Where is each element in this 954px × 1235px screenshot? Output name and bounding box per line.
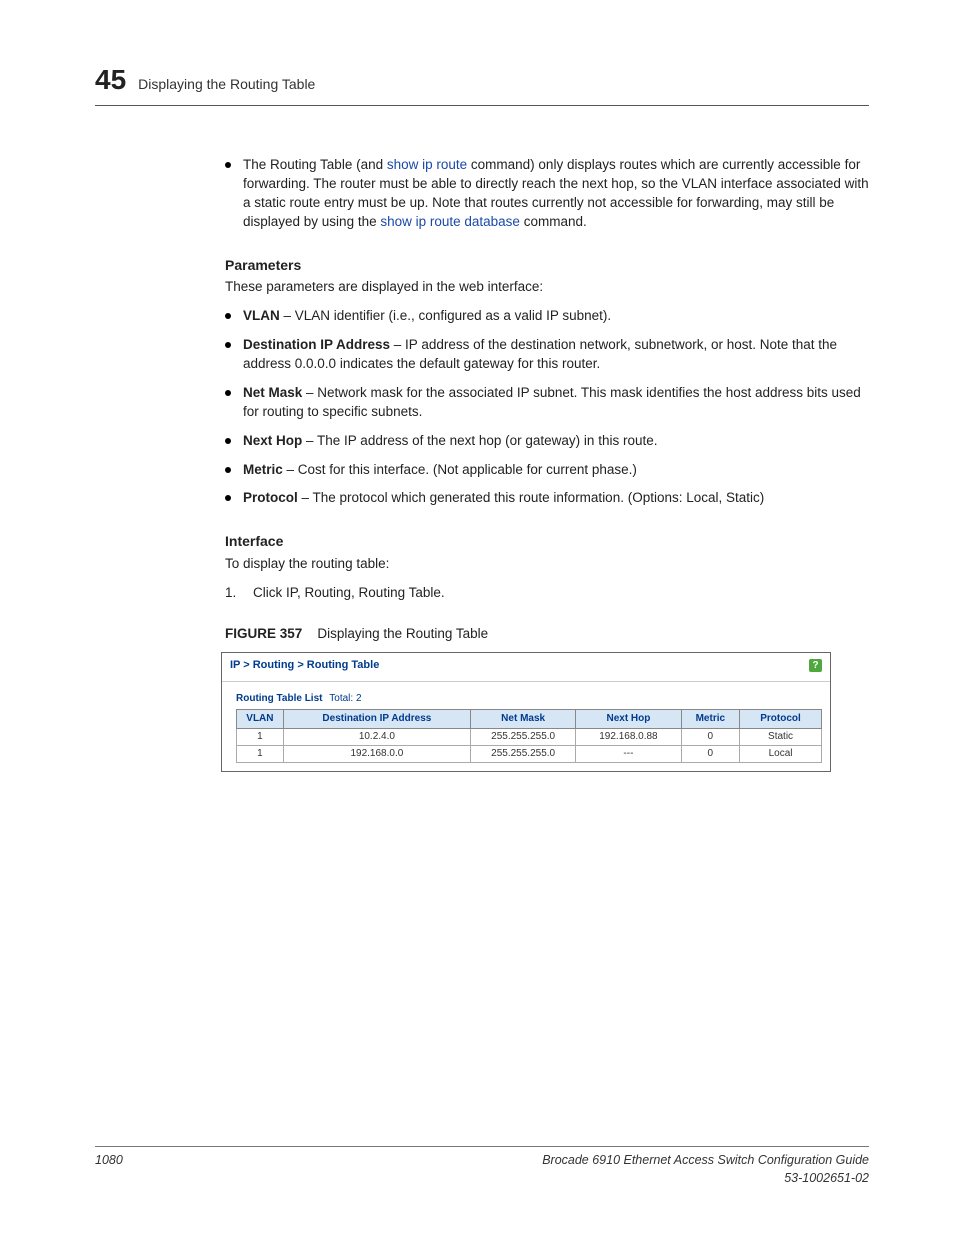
step-text: Click IP, Routing, Routing Table.	[253, 584, 445, 603]
list-total: Total: 2	[329, 693, 361, 704]
th-nexthop: Next Hop	[576, 710, 681, 729]
cell-protocol: Local	[740, 746, 822, 763]
link-show-ip-route-database[interactable]: show ip route database	[380, 214, 520, 229]
breadcrumb-bar: IP > Routing > Routing Table ?	[222, 653, 830, 682]
param-name: Metric	[243, 462, 283, 477]
param-desc: – VLAN identifier (i.e., configured as a…	[280, 308, 611, 323]
interface-heading: Interface	[225, 532, 869, 552]
page-footer: 1080 Brocade 6910 Ethernet Access Switch…	[95, 1146, 869, 1187]
bullet-icon	[225, 390, 231, 396]
param-name: Next Hop	[243, 433, 302, 448]
th-metric: Metric	[681, 710, 740, 729]
page-header: 45 Displaying the Routing Table	[95, 60, 869, 106]
table-row: 1 10.2.4.0 255.255.255.0 192.168.0.88 0 …	[237, 729, 822, 746]
chapter-number: 45	[95, 60, 126, 99]
param-item-metric: Metric – Cost for this interface. (Not a…	[225, 461, 869, 480]
table-row: 1 192.168.0.0 255.255.255.0 --- 0 Local	[237, 746, 822, 763]
param-desc: – The IP address of the next hop (or gat…	[302, 433, 657, 448]
step-number: 1.	[225, 584, 243, 603]
param-item-protocol: Protocol – The protocol which generated …	[225, 489, 869, 508]
doc-number: 53-1002651-02	[542, 1170, 869, 1188]
bullet-icon	[225, 467, 231, 473]
cell-netmask: 255.255.255.0	[470, 746, 575, 763]
help-icon[interactable]: ?	[809, 659, 822, 672]
figure-label: FIGURE 357	[225, 626, 302, 641]
cell-vlan: 1	[237, 746, 284, 763]
page-number: 1080	[95, 1152, 123, 1187]
param-name: Protocol	[243, 490, 298, 505]
intro-post: command.	[520, 214, 587, 229]
routing-table: VLAN Destination IP Address Net Mask Nex…	[236, 709, 822, 763]
cell-netmask: 255.255.255.0	[470, 729, 575, 746]
parameters-list: VLAN – VLAN identifier (i.e., configured…	[225, 307, 869, 508]
cell-dest-ip: 10.2.4.0	[283, 729, 470, 746]
link-show-ip-route[interactable]: show ip route	[387, 157, 467, 172]
list-title-text: Routing Table List	[236, 693, 322, 704]
routing-table-webui: IP > Routing > Routing Table ? Routing T…	[221, 652, 831, 772]
bullet-icon	[225, 495, 231, 501]
th-protocol: Protocol	[740, 710, 822, 729]
main-content: The Routing Table (and show ip route com…	[225, 156, 869, 772]
th-vlan: VLAN	[237, 710, 284, 729]
list-title: Routing Table List Total: 2	[236, 692, 822, 706]
intro-pre: The Routing Table (and	[243, 157, 387, 172]
cell-vlan: 1	[237, 729, 284, 746]
breadcrumb[interactable]: IP > Routing > Routing Table	[230, 658, 379, 673]
cell-protocol: Static	[740, 729, 822, 746]
param-desc: – Cost for this interface. (Not applicab…	[283, 462, 637, 477]
param-name: Net Mask	[243, 385, 302, 400]
cell-metric: 0	[681, 746, 740, 763]
book-title: Brocade 6910 Ethernet Access Switch Conf…	[542, 1152, 869, 1170]
parameters-intro: These parameters are displayed in the we…	[225, 278, 869, 297]
param-item-dest-ip: Destination IP Address – IP address of t…	[225, 336, 869, 374]
th-dest-ip: Destination IP Address	[283, 710, 470, 729]
cell-nexthop: 192.168.0.88	[576, 729, 681, 746]
param-name: Destination IP Address	[243, 337, 390, 352]
param-item-netmask: Net Mask – Network mask for the associat…	[225, 384, 869, 422]
intro-bullet: The Routing Table (and show ip route com…	[225, 156, 869, 232]
figure-caption: FIGURE 357 Displaying the Routing Table	[225, 625, 869, 644]
param-item-vlan: VLAN – VLAN identifier (i.e., configured…	[225, 307, 869, 326]
bullet-icon	[225, 438, 231, 444]
interface-intro: To display the routing table:	[225, 555, 869, 574]
parameters-heading: Parameters	[225, 256, 869, 276]
bullet-icon	[225, 313, 231, 319]
cell-dest-ip: 192.168.0.0	[283, 746, 470, 763]
cell-nexthop: ---	[576, 746, 681, 763]
bullet-icon	[225, 342, 231, 348]
cell-metric: 0	[681, 729, 740, 746]
chapter-title: Displaying the Routing Table	[138, 75, 315, 95]
param-name: VLAN	[243, 308, 280, 323]
interface-steps: 1. Click IP, Routing, Routing Table.	[225, 584, 869, 603]
param-item-nexthop: Next Hop – The IP address of the next ho…	[225, 432, 869, 451]
param-desc: – Network mask for the associated IP sub…	[243, 385, 861, 419]
th-netmask: Net Mask	[470, 710, 575, 729]
figure-title: Displaying the Routing Table	[317, 626, 488, 641]
bullet-icon	[225, 162, 231, 168]
intro-text: The Routing Table (and show ip route com…	[243, 156, 869, 232]
table-header-row: VLAN Destination IP Address Net Mask Nex…	[237, 710, 822, 729]
param-desc: – The protocol which generated this rout…	[298, 490, 765, 505]
step-1: 1. Click IP, Routing, Routing Table.	[225, 584, 869, 603]
